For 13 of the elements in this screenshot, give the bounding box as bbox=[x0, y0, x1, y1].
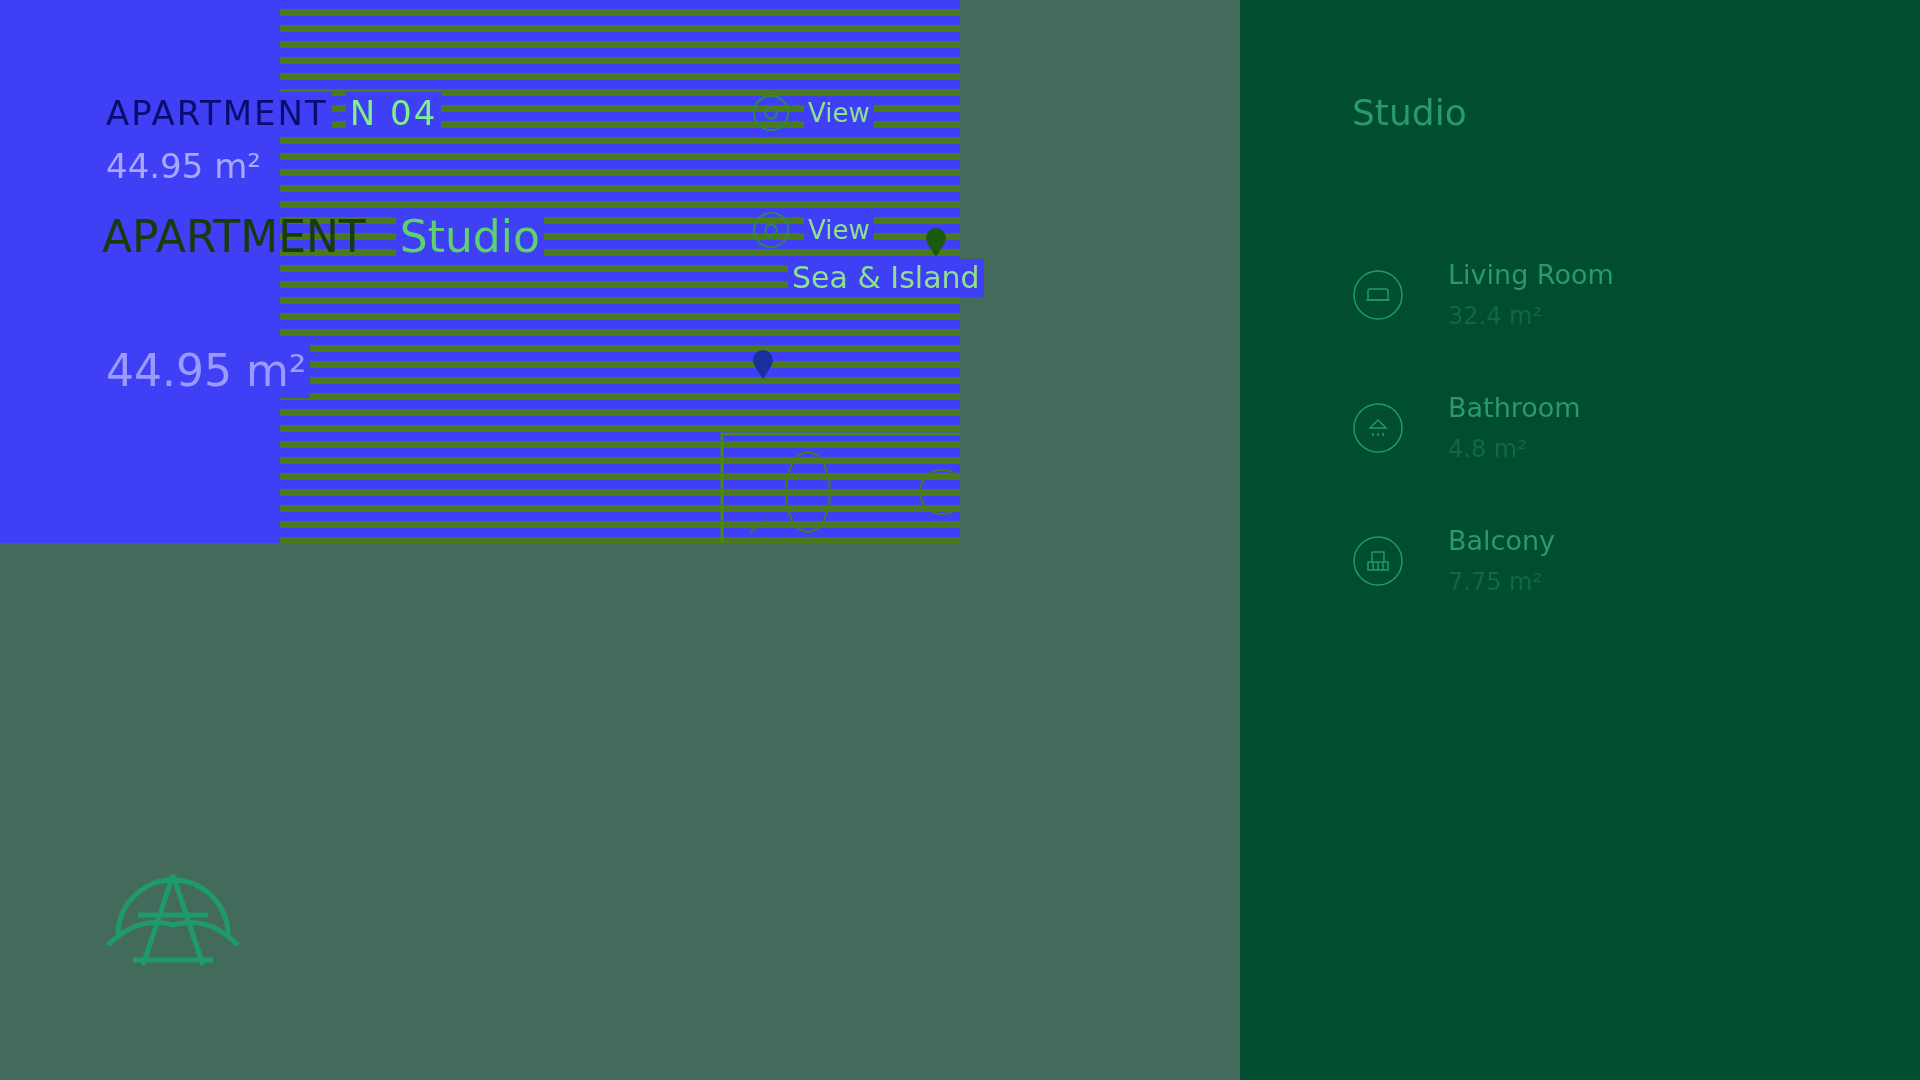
pin-icon bbox=[752, 350, 774, 380]
pin-icon bbox=[925, 228, 947, 258]
room-name: Balcony bbox=[1448, 525, 1556, 556]
eye-icon bbox=[752, 211, 790, 249]
eye-icon bbox=[752, 94, 790, 133]
railing-icon bbox=[1352, 535, 1404, 587]
sofa-icon bbox=[1352, 269, 1404, 321]
apartment-title: APARTMENT bbox=[102, 211, 366, 262]
panel-title: Studio bbox=[1352, 92, 1468, 133]
view-value: Sea & Island bbox=[788, 259, 984, 297]
shower-icon bbox=[1352, 402, 1404, 454]
room-name: Living Room bbox=[1448, 259, 1614, 290]
room-name: Bathroom bbox=[1448, 392, 1581, 423]
